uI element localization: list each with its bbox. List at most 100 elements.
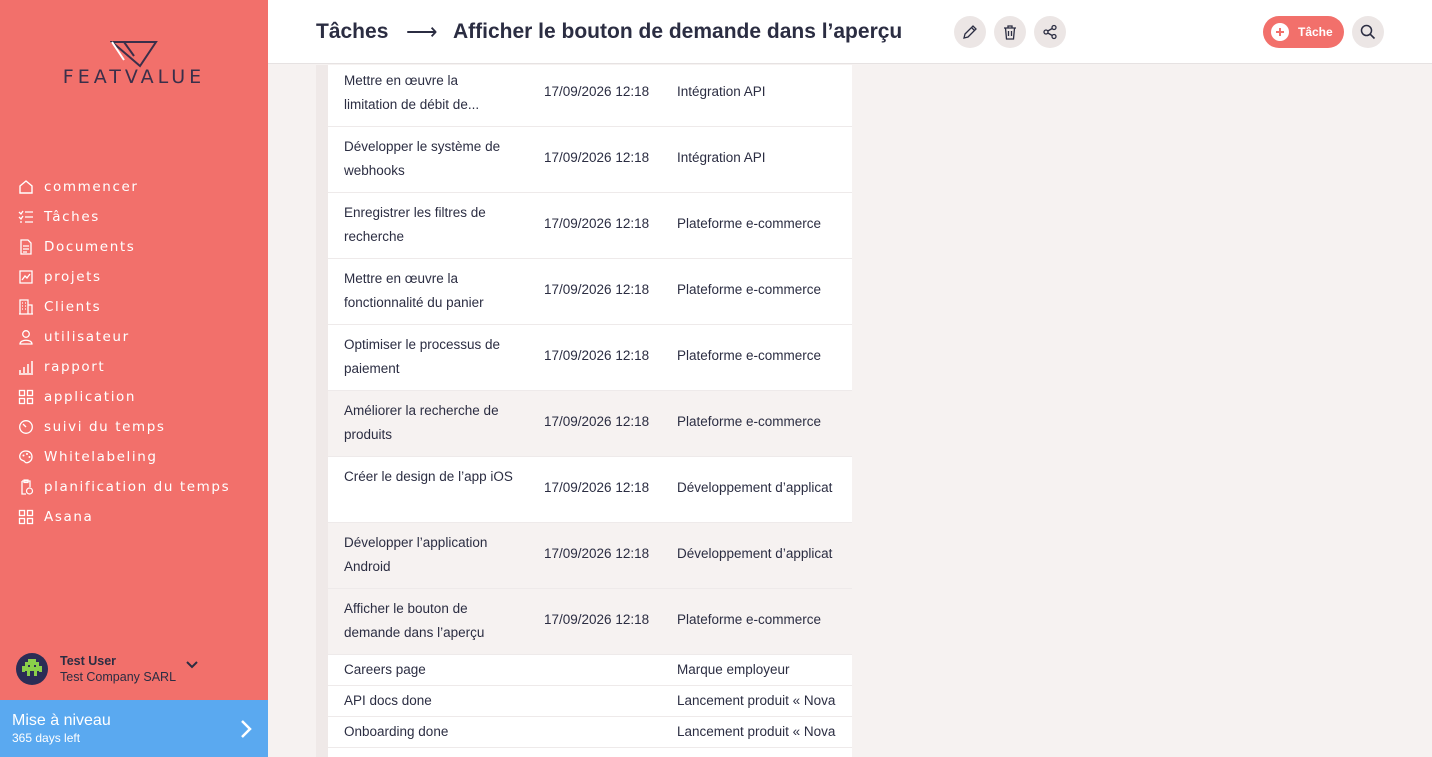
table-row[interactable]: Onboarding done Lancement produit « Nova [328, 717, 852, 748]
table-row[interactable]: Mettre en œuvre la limitation de débit d… [328, 65, 852, 127]
featvalue-logo[interactable]: FEATVALUE [48, 40, 220, 90]
sidebar-item-label: Tâches [44, 209, 100, 225]
plus-icon [1271, 23, 1289, 41]
sidebar-item-label: Clients [44, 299, 102, 315]
task-name: Mettre en œuvre la limitation de débit d… [344, 73, 480, 112]
task-date: 17/09/2026 12:18 [544, 480, 650, 495]
checklist-icon [17, 208, 35, 226]
task-name: Afficher le bouton de demande dans l’ape… [344, 601, 485, 640]
palette-icon [17, 448, 35, 466]
task-name: Créer le design de l’app iOS [344, 469, 513, 484]
share-button[interactable] [1034, 16, 1066, 48]
table-row[interactable]: Optimiser le processus de paiement 17/09… [328, 325, 852, 391]
sidebar: FEATVALUE commencer Tâches Documents pro… [0, 0, 268, 757]
avatar [16, 653, 48, 685]
user-name: Test User [60, 654, 117, 668]
table-row[interactable]: Enregistrer les filtres de recherche 17/… [328, 193, 852, 259]
task-project: Plateforme e-commerce [677, 612, 822, 627]
task-project: Lancement produit « Nova [677, 724, 836, 739]
task-table: Mettre en œuvre la limitation de débit d… [328, 65, 852, 757]
task-name: Améliorer la recherche de produits [344, 403, 499, 442]
task-project: Marque employeur [677, 662, 790, 677]
bar-chart-icon [17, 358, 35, 376]
sidebar-item-rapport[interactable]: rapport [0, 352, 268, 382]
search-icon [1360, 24, 1376, 40]
task-name: Onboarding done [344, 724, 449, 739]
home-icon [17, 178, 35, 196]
task-date: 17/09/2026 12:18 [544, 84, 650, 99]
trash-icon [1004, 25, 1016, 40]
user-company: Test Company SARL [60, 670, 177, 684]
user-info: Test User Test Company SARL [60, 654, 176, 684]
sidebar-item-label: commencer [44, 179, 139, 195]
sidebar-item-label: Asana [44, 509, 94, 525]
sidebar-item-label: suivi du temps [44, 419, 166, 435]
table-row[interactable]: Mettre en œuvre la fonctionnalité du pan… [328, 259, 852, 325]
pixel-avatar-icon [22, 659, 42, 676]
task-name: Mettre en œuvre la fonctionnalité du pan… [344, 271, 484, 310]
chart-icon [17, 268, 35, 286]
task-name: Enregistrer les filtres de recherche [344, 205, 486, 244]
task-project: Développement d’applicat [677, 480, 833, 495]
apps-icon [17, 508, 35, 526]
content-gutter [316, 65, 328, 757]
sidebar-item-suivi-du-temps[interactable]: suivi du temps [0, 412, 268, 442]
sidebar-item-label: utilisateur [44, 329, 130, 345]
task-date: 17/09/2026 12:18 [544, 546, 650, 561]
sidebar-item-taches[interactable]: Tâches [0, 202, 268, 232]
sidebar-item-label: Documents [44, 239, 136, 255]
share-icon [1043, 24, 1057, 40]
add-task-button[interactable]: Tâche [1263, 16, 1344, 48]
upgrade-banner[interactable]: Mise à niveau 365 days left [0, 700, 268, 757]
table-row-selected[interactable]: Afficher le bouton de demande dans l’ape… [328, 589, 852, 655]
task-date: 17/09/2026 12:18 [544, 216, 650, 231]
task-project: Développement d’applicat [677, 546, 833, 561]
sidebar-item-utilisateur[interactable]: utilisateur [0, 322, 268, 352]
task-date: 17/09/2026 12:18 [544, 150, 650, 165]
task-project: Plateforme e-commerce [677, 216, 822, 231]
document-icon [17, 238, 35, 256]
sidebar-item-clients[interactable]: Clients [0, 292, 268, 322]
table-row[interactable] [328, 748, 852, 757]
delete-button[interactable] [994, 16, 1026, 48]
breadcrumb-arrow-icon: ⟶ [406, 19, 438, 44]
user-menu[interactable]: Test User Test Company SARL [16, 652, 256, 686]
table-row[interactable]: Careers page Marque employeur [328, 655, 852, 686]
table-row[interactable]: Améliorer la recherche de produits 17/09… [328, 391, 852, 457]
table-row[interactable]: Développer le système de webhooks 17/09/… [328, 127, 852, 193]
table-row[interactable]: Créer le design de l’app iOS 17/09/2026 … [328, 457, 852, 523]
task-date: 17/09/2026 12:18 [544, 612, 650, 627]
task-date: 17/09/2026 12:18 [544, 282, 650, 297]
page-title: Afficher le bouton de demande dans l’ape… [453, 20, 903, 43]
user-icon [17, 328, 35, 346]
sidebar-nav: commencer Tâches Documents projets Clien… [0, 172, 268, 532]
task-project: Plateforme e-commerce [677, 348, 822, 363]
table-row[interactable]: API docs done Lancement produit « Nova [328, 686, 852, 717]
search-button[interactable] [1352, 16, 1384, 48]
task-project: Intégration API [677, 150, 766, 165]
sidebar-item-asana[interactable]: Asana [0, 502, 268, 532]
task-name: API docs done [344, 693, 432, 708]
task-date: 17/09/2026 12:18 [544, 414, 650, 429]
sidebar-item-application[interactable]: application [0, 382, 268, 412]
chevron-down-icon[interactable] [186, 656, 198, 674]
edit-button[interactable] [954, 16, 986, 48]
sidebar-item-label: Whitelabeling [44, 449, 158, 465]
apps-icon [17, 388, 35, 406]
task-project: Plateforme e-commerce [677, 282, 822, 297]
sidebar-item-documents[interactable]: Documents [0, 232, 268, 262]
task-name: Optimiser le processus de paiement [344, 337, 501, 376]
sidebar-item-whitelabeling[interactable]: Whitelabeling [0, 442, 268, 472]
sidebar-item-planification-du-temps[interactable]: planification du temps [0, 472, 268, 502]
table-row[interactable]: Développer l’application Android 17/09/2… [328, 523, 852, 589]
sidebar-item-commencer[interactable]: commencer [0, 172, 268, 202]
chevron-right-icon [240, 719, 252, 744]
sidebar-item-projets[interactable]: projets [0, 262, 268, 292]
task-name: Développer l’application Android [344, 535, 488, 574]
task-project: Intégration API [677, 84, 766, 99]
logo-text: FEATVALUE [62, 66, 206, 88]
breadcrumb-root[interactable]: Tâches [316, 20, 388, 44]
upgrade-days-left: 365 days left [12, 731, 81, 745]
pencil-icon [963, 25, 977, 39]
add-task-label: Tâche [1298, 25, 1333, 39]
